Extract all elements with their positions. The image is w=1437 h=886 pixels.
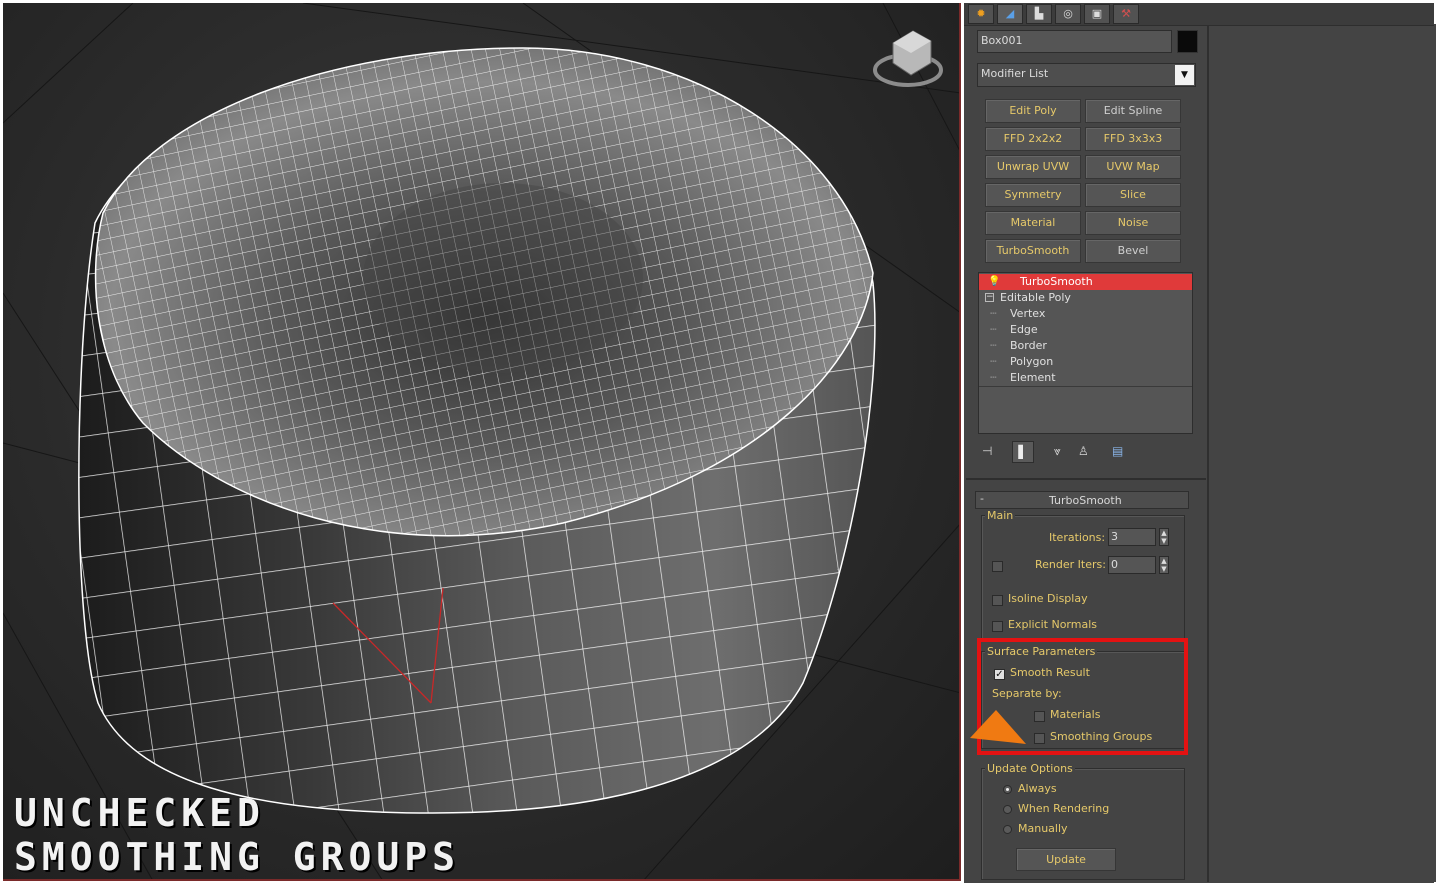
modifier-button-bevel[interactable]: Bevel xyxy=(1085,239,1181,263)
caption-line-2: SMOOTHING GROUPS xyxy=(14,835,461,879)
collapse-icon[interactable]: − xyxy=(985,293,994,302)
manually-radio[interactable] xyxy=(1003,825,1012,834)
hierarchy-icon[interactable]: ▙ xyxy=(1026,4,1052,24)
viewport-scene xyxy=(3,3,959,879)
object-name-field[interactable]: Box001 xyxy=(977,30,1172,53)
modifier-button-edit-spline[interactable]: Edit Spline xyxy=(1085,99,1181,123)
stack-subobject-edge[interactable]: ┄ Edge xyxy=(979,322,1192,338)
modifier-button-uvw-map[interactable]: UVW Map xyxy=(1085,155,1181,179)
make-unique-icon[interactable]: ⩔ xyxy=(1054,444,1061,459)
empty-panel-area xyxy=(1207,24,1436,882)
update-button[interactable]: Update xyxy=(1016,848,1116,871)
stack-subobject-polygon[interactable]: ┄ Polygon xyxy=(979,354,1192,370)
modifier-button-turbosmooth[interactable]: TurboSmooth xyxy=(985,239,1081,263)
update-options-title: Update Options xyxy=(985,762,1075,775)
stack-divider xyxy=(979,386,1192,387)
modifier-list-dropdown[interactable]: Modifier List ▼ xyxy=(977,63,1196,87)
remove-modifier-icon[interactable]: ♙ xyxy=(1078,444,1089,458)
viewcube-icon[interactable] xyxy=(873,30,943,87)
rollout-collapse-icon[interactable]: - xyxy=(980,492,984,505)
motion-icon[interactable]: ◎ xyxy=(1055,4,1081,24)
explicit-normals-label: Explicit Normals xyxy=(1008,618,1097,631)
stack-toolbar: ⊣ ▌ ⩔ ♙ ▤ xyxy=(980,441,1130,463)
modifier-list-label: Modifier List xyxy=(981,67,1049,80)
stack-item-turbosmooth[interactable]: 💡 TurboSmooth xyxy=(979,274,1192,290)
display-icon[interactable]: ▣ xyxy=(1084,4,1110,24)
panel-separator xyxy=(966,478,1206,480)
stack-subobject-label: Border xyxy=(1010,339,1047,352)
manually-label: Manually xyxy=(1018,822,1068,835)
stack-subobject-border[interactable]: ┄ Border xyxy=(979,338,1192,354)
configure-sets-icon[interactable]: ▤ xyxy=(1112,444,1123,458)
explicit-normals-checkbox[interactable] xyxy=(992,621,1003,632)
render-iters-checkbox[interactable] xyxy=(992,561,1003,572)
show-end-result-icon[interactable]: ▌ xyxy=(1012,441,1034,463)
render-iters-label: Render Iters: xyxy=(1035,558,1106,571)
stack-subobject-label: Edge xyxy=(1010,323,1038,336)
always-label: Always xyxy=(1018,782,1057,795)
render-iters-spinner-arrows[interactable]: ▲ ▼ xyxy=(1159,556,1169,574)
main-group-title: Main xyxy=(985,509,1016,522)
always-radio[interactable] xyxy=(1003,785,1012,794)
stack-subobject-label: Element xyxy=(1010,371,1056,384)
stack-subobject-vertex[interactable]: ┄ Vertex xyxy=(979,306,1192,322)
iterations-spinner-arrows[interactable]: ▲ ▼ xyxy=(1159,528,1169,546)
modifier-button-ffd-2x2x2[interactable]: FFD 2x2x2 xyxy=(985,127,1081,151)
render-iters-spinner[interactable]: 0 xyxy=(1108,556,1156,574)
modifier-button-ffd-3x3x3[interactable]: FFD 3x3x3 xyxy=(1085,127,1181,151)
chevron-down-icon[interactable]: ▼ xyxy=(1175,65,1194,85)
utilities-icon[interactable]: ⚒ xyxy=(1113,4,1139,24)
modifier-button-noise[interactable]: Noise xyxy=(1085,211,1181,235)
iterations-spinner[interactable]: 3 xyxy=(1108,528,1156,546)
when-rendering-label: When Rendering xyxy=(1018,802,1110,815)
modifier-button-slice[interactable]: Slice xyxy=(1085,183,1181,207)
modify-icon[interactable]: ◢ xyxy=(997,4,1023,24)
caption-line-1: UNCHECKED xyxy=(14,791,265,835)
pouf-dimple xyxy=(363,183,643,373)
isoline-display-label: Isoline Display xyxy=(1008,592,1088,605)
object-color-swatch[interactable] xyxy=(1177,30,1198,53)
rollout-title: TurboSmooth xyxy=(1049,494,1122,507)
command-panel-tabs: ✹ ◢ ▙ ◎ ▣ ⚒ xyxy=(964,3,1434,26)
modifier-button-material[interactable]: Material xyxy=(985,211,1081,235)
stack-subobject-label: Polygon xyxy=(1010,355,1054,368)
modifier-button-unwrap-uvw[interactable]: Unwrap UVW xyxy=(985,155,1081,179)
stack-subobject-label: Vertex xyxy=(1010,307,1046,320)
iterations-label: Iterations: xyxy=(1049,531,1106,544)
stack-item-label: TurboSmooth xyxy=(1020,275,1093,288)
lightbulb-icon[interactable]: 💡 xyxy=(988,274,1000,290)
stack-item-editable-poly[interactable]: − Editable Poly xyxy=(979,290,1192,306)
modifier-button-symmetry[interactable]: Symmetry xyxy=(985,183,1081,207)
modifier-button-edit-poly[interactable]: Edit Poly xyxy=(985,99,1081,123)
stack-item-label: Editable Poly xyxy=(1000,291,1071,304)
pin-stack-icon[interactable]: ⊣ xyxy=(982,444,992,458)
pointer-arrow-icon xyxy=(970,710,1026,744)
create-icon[interactable]: ✹ xyxy=(968,4,994,24)
perspective-viewport[interactable]: UNCHECKED SMOOTHING GROUPS xyxy=(3,3,961,881)
stack-subobject-element[interactable]: ┄ Element xyxy=(979,370,1192,386)
turbosmooth-rollout-header[interactable]: - TurboSmooth xyxy=(975,491,1189,509)
isoline-display-checkbox[interactable] xyxy=(992,595,1003,606)
modifier-stack[interactable]: 💡 TurboSmooth − Editable Poly ┄ Vertex ┄ E… xyxy=(978,272,1193,434)
when-rendering-radio[interactable] xyxy=(1003,805,1012,814)
